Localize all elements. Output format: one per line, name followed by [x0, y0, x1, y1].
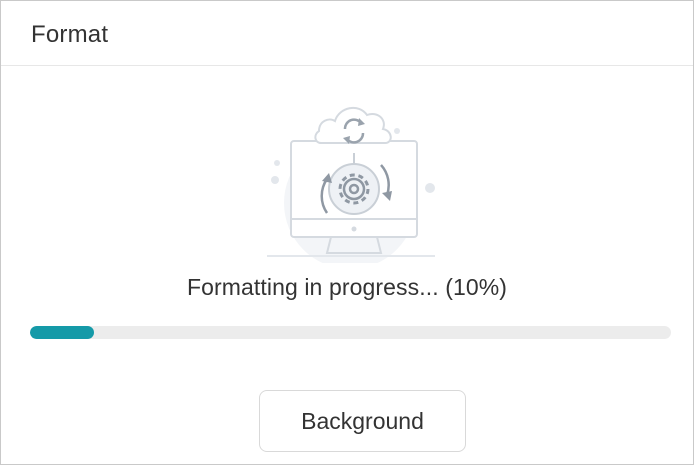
cloud-sync-gear-monitor-icon [267, 106, 435, 263]
format-dialog: Format Formatting in progress... (10%) B… [0, 0, 694, 465]
progress-bar-fill [30, 326, 95, 339]
progress-status-text: Formatting in progress... (10%) [186, 274, 508, 300]
header-divider [1, 65, 693, 66]
progress-bar [30, 326, 671, 339]
background-button[interactable]: Background [259, 390, 466, 452]
dialog-title: Format [31, 21, 109, 48]
